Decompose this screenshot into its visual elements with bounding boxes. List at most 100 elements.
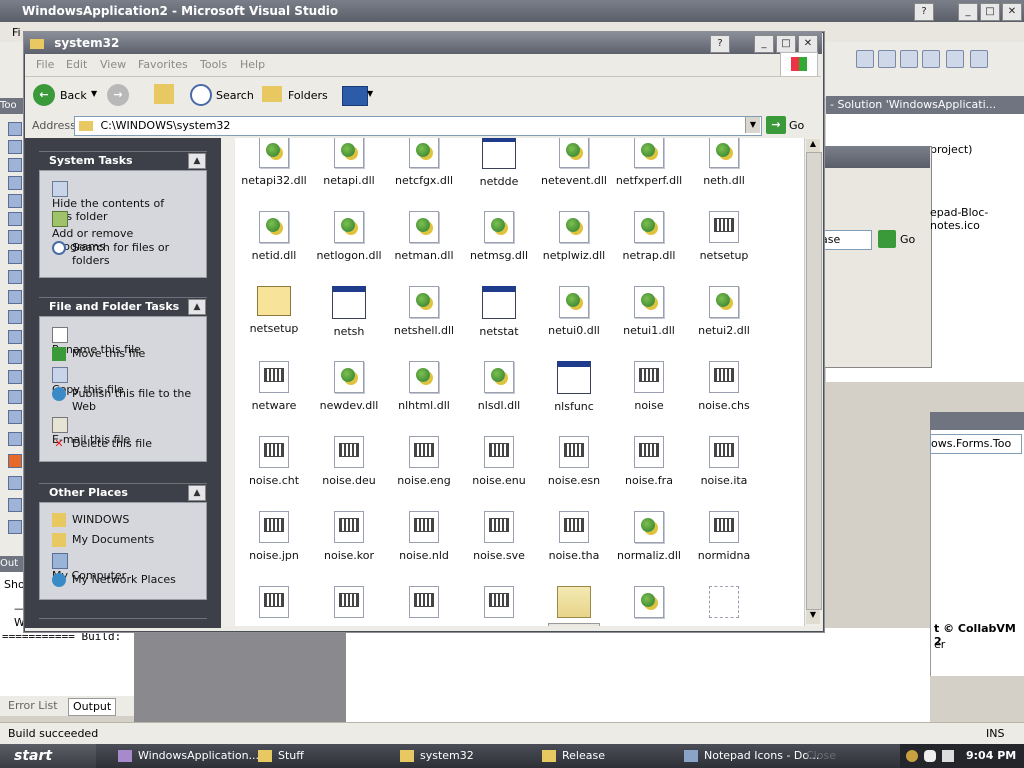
toolbox-icon[interactable] — [8, 432, 22, 446]
file-item[interactable]: netsh — [312, 286, 386, 338]
file-item[interactable] — [312, 586, 386, 624]
release-file-name[interactable]: epad-Bloc-notes.ico — [930, 206, 1024, 232]
file-item[interactable]: netapi32.dll — [237, 138, 311, 187]
file-item[interactable]: noise.deu — [312, 436, 386, 487]
file-item[interactable]: netman.dll — [387, 211, 461, 262]
file-item[interactable]: netapi.dll — [312, 138, 386, 187]
collapse-icon[interactable]: ▲ — [188, 485, 206, 501]
toolbar-icon-3[interactable] — [900, 50, 918, 68]
file-item[interactable]: netui1.dll — [612, 286, 686, 337]
file-item[interactable]: noise.jpn — [237, 511, 311, 562]
explorer-close-button[interactable]: ✕ — [798, 35, 818, 53]
search-icon[interactable] — [190, 84, 212, 106]
toolbox-icon[interactable] — [8, 520, 22, 534]
menu-favorites[interactable]: Favorites — [138, 58, 188, 71]
scroll-thumb[interactable] — [806, 152, 822, 610]
folders-button[interactable]: Folders — [288, 89, 328, 102]
menu-help[interactable]: Help — [240, 58, 265, 71]
output-tab[interactable]: Out — [0, 556, 26, 572]
taskbar-item-notepad-icons[interactable]: Notepad Icons - Do... — [684, 746, 819, 766]
tray-icon-2[interactable] — [924, 750, 936, 762]
tab-output[interactable]: Output — [68, 698, 117, 716]
file-item[interactable]: noise.fra — [612, 436, 686, 487]
toolbox-icon[interactable] — [8, 290, 22, 304]
start-button[interactable]: start — [0, 744, 96, 768]
task-delete[interactable]: ✕ Delete this file — [52, 437, 202, 451]
file-item[interactable]: Notepad — [537, 586, 611, 626]
file-item[interactable]: netdde — [462, 138, 536, 188]
file-item[interactable]: noise.chs — [687, 361, 761, 412]
toolbar-icon-6[interactable] — [970, 50, 988, 68]
taskbar-item-vs[interactable]: WindowsApplication... — [118, 746, 259, 766]
menu-view[interactable]: View — [100, 58, 126, 71]
back-arrow-icon[interactable]: ← — [33, 84, 55, 106]
search-button[interactable]: Search — [216, 89, 254, 102]
file-item[interactable]: neth.dll — [687, 138, 761, 187]
file-item[interactable] — [612, 586, 686, 624]
taskbar-item-release[interactable]: Release — [542, 746, 605, 766]
file-item[interactable]: netware — [237, 361, 311, 412]
toolbox-icon[interactable] — [8, 158, 22, 172]
file-item[interactable]: noise.cht — [237, 436, 311, 487]
file-item[interactable]: noise.enu — [462, 436, 536, 487]
toolbox-icon[interactable] — [8, 194, 22, 208]
scroll-up-icon[interactable]: ▲ — [806, 139, 820, 153]
up-folder-icon[interactable] — [154, 84, 174, 104]
vs-close-button[interactable]: ✕ — [1002, 3, 1022, 21]
task-move[interactable]: Move this file — [52, 347, 202, 361]
tab-error-list[interactable]: Error List — [4, 698, 62, 714]
file-item[interactable] — [687, 586, 761, 624]
file-item[interactable]: noise.eng — [387, 436, 461, 487]
file-item[interactable]: netlogon.dll — [312, 211, 386, 262]
toolbox-icon[interactable] — [8, 350, 22, 364]
toolbox-icon[interactable] — [8, 122, 22, 136]
vertical-scrollbar[interactable]: ▲ ▼ — [804, 138, 822, 626]
release-go-icon[interactable] — [878, 230, 896, 248]
file-item[interactable]: noise.esn — [537, 436, 611, 487]
place-windows[interactable]: WINDOWS — [52, 513, 202, 527]
file-item[interactable]: netid.dll — [237, 211, 311, 262]
solution-toolbar-icons[interactable] — [826, 118, 886, 134]
toolbox-icon[interactable] — [8, 270, 22, 284]
explorer-maximize-button[interactable]: □ — [776, 35, 796, 53]
file-item[interactable]: netfxperf.dll — [612, 138, 686, 187]
explorer-minimize-button[interactable]: _ — [754, 35, 774, 53]
collapse-icon[interactable]: ▲ — [188, 153, 206, 169]
tools-icon[interactable] — [922, 50, 940, 68]
file-item[interactable]: netcfgx.dll — [387, 138, 461, 187]
file-item[interactable]: noise — [612, 361, 686, 412]
go-arrow-icon[interactable]: → — [766, 116, 786, 134]
file-item[interactable]: netshell.dll — [387, 286, 461, 337]
task-publish[interactable]: Publish this file to the Web — [52, 387, 202, 413]
file-item[interactable]: netsetup — [687, 211, 761, 262]
taskbar-item-system32[interactable]: system32 — [400, 746, 474, 766]
toolbox-icon[interactable] — [8, 310, 22, 324]
details-header[interactable] — [39, 618, 207, 627]
other-places-header[interactable]: Other Places — [39, 483, 207, 502]
explorer-help-icon[interactable]: ? — [710, 35, 730, 53]
toolbox-icon[interactable] — [8, 498, 22, 512]
clock[interactable]: 9:04 PM — [966, 744, 1016, 768]
toolbox-icon[interactable] — [8, 140, 22, 154]
place-my-network[interactable]: My Network Places — [52, 573, 202, 587]
file-item[interactable]: noise.kor — [312, 511, 386, 562]
task-pane-splitter[interactable] — [222, 138, 234, 626]
folders-icon[interactable] — [262, 86, 282, 102]
file-item[interactable]: netstat — [462, 286, 536, 338]
file-item[interactable]: normaliz.dll — [612, 511, 686, 562]
file-item[interactable]: netplwiz.dll — [537, 211, 611, 262]
file-item[interactable]: noise.ita — [687, 436, 761, 487]
place-my-documents[interactable]: My Documents — [52, 533, 202, 547]
toolbar-icon-1[interactable] — [856, 50, 874, 68]
file-item[interactable]: nlsdl.dll — [462, 361, 536, 412]
toolbox-icon[interactable] — [8, 176, 22, 190]
scroll-down-icon[interactable]: ▼ — [806, 610, 820, 624]
views-dropdown-icon[interactable]: ▼ — [367, 89, 373, 98]
go-button[interactable]: Go — [789, 119, 804, 132]
toolbox-tab[interactable]: Too — [0, 98, 26, 114]
file-item[interactable] — [387, 586, 461, 624]
vs-maximize-button[interactable]: □ — [980, 3, 1000, 21]
file-item[interactable]: netmsg.dll — [462, 211, 536, 262]
file-item[interactable]: netui0.dll — [537, 286, 611, 337]
toolbox-icon[interactable] — [8, 410, 22, 424]
